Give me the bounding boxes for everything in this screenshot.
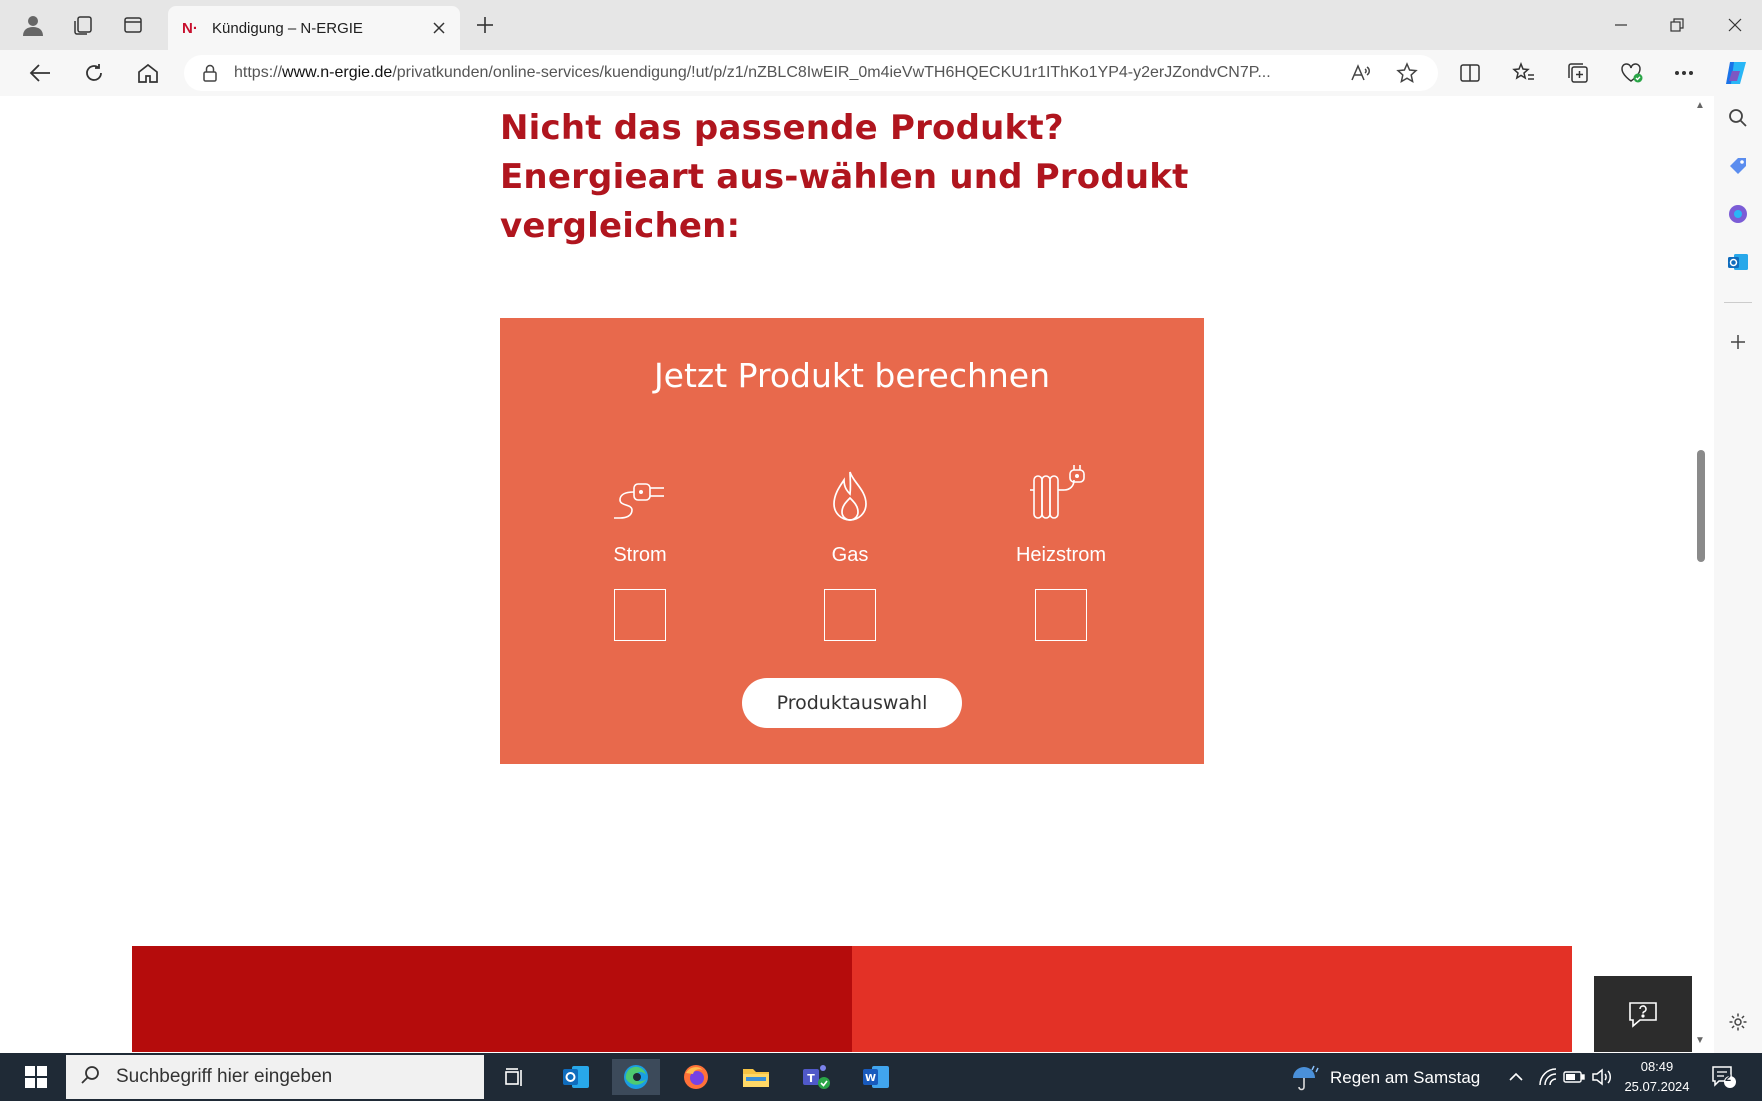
tray-overflow-chevron-icon[interactable]	[1504, 1065, 1528, 1089]
volume-icon[interactable]	[1590, 1065, 1614, 1089]
web-page: Nicht das passende Produkt? Energieart a…	[12, 96, 1700, 1052]
taskbar-clock[interactable]: 08:49 25.07.2024	[1620, 1057, 1694, 1097]
restore-icon[interactable]	[1654, 9, 1700, 41]
svg-text:W: W	[865, 1073, 876, 1084]
task-view-icon[interactable]	[490, 1059, 538, 1095]
chat-button[interactable]	[1594, 976, 1692, 1052]
more-options-icon[interactable]	[1666, 56, 1702, 90]
back-icon[interactable]	[22, 56, 58, 90]
option-heizstrom: Heizstrom	[1001, 464, 1121, 641]
weather-widget[interactable]: Regen am Samstag	[1290, 1063, 1480, 1093]
browser-titlebar: N· Kündigung – N-ERGIE	[0, 0, 1762, 50]
network-wifi-icon[interactable]	[1536, 1065, 1560, 1089]
vertical-tabs-icon[interactable]	[116, 9, 150, 41]
teams-taskbar-icon[interactable]: T	[792, 1059, 840, 1095]
option-gas-label: Gas	[831, 544, 869, 566]
notification-center-icon[interactable]: 2	[1708, 1063, 1740, 1091]
notification-count: 2	[1724, 1072, 1732, 1084]
file-explorer-icon[interactable]	[732, 1059, 780, 1095]
option-heizstrom-checkbox[interactable]	[1035, 589, 1087, 641]
firefox-taskbar-icon[interactable]	[672, 1059, 720, 1095]
sidebar-divider	[1724, 302, 1752, 303]
profile-avatar-icon[interactable]	[16, 9, 50, 41]
windows-start-icon[interactable]	[14, 1061, 58, 1093]
home-icon[interactable]	[130, 56, 166, 90]
page-heading: Nicht das passende Produkt? Energieart a…	[500, 108, 1189, 246]
active-tab[interactable]: N· Kündigung – N-ERGIE	[168, 6, 460, 50]
option-strom: Strom	[580, 464, 700, 641]
address-bar[interactable]: https://www.n-ergie.de/privatkunden/onli…	[184, 55, 1438, 91]
taskbar-search-box[interactable]: Suchbegriff hier eingeben	[66, 1055, 484, 1099]
taskbar-search-icon	[80, 1065, 104, 1090]
scroll-up-arrow-icon[interactable]: ▲	[1695, 100, 1705, 111]
lock-icon[interactable]	[202, 64, 224, 82]
plug-icon	[580, 464, 700, 524]
search-icon[interactable]	[1720, 100, 1756, 136]
tab-close-icon[interactable]	[424, 13, 454, 43]
tab-favicon: N·	[182, 19, 198, 37]
collections-icon[interactable]	[1560, 56, 1596, 90]
page-scrollbar[interactable]: ▲ ▼	[1692, 96, 1708, 1052]
favorite-star-icon[interactable]	[1396, 62, 1418, 89]
favorites-icon[interactable]	[1506, 56, 1542, 90]
clock-date: 25.07.2024	[1624, 1079, 1690, 1094]
promo-band-right	[852, 946, 1572, 1052]
svg-text:T: T	[807, 1072, 815, 1085]
scroll-down-arrow-icon[interactable]: ▼	[1695, 1035, 1705, 1046]
option-gas-checkbox[interactable]	[824, 589, 876, 641]
windows-taskbar: Suchbegriff hier eingeben T W Regen am S…	[0, 1053, 1762, 1101]
umbrella-rain-icon	[1293, 1065, 1319, 1091]
flame-icon	[790, 464, 910, 524]
product-calculator: Jetzt Produkt berechnen Strom Gas Heizst…	[500, 318, 1204, 764]
option-heizstrom-label: Heizstrom	[1015, 544, 1106, 566]
taskbar-search-placeholder: Suchbegriff hier eingeben	[116, 1066, 333, 1087]
calculator-title: Jetzt Produkt berechnen	[653, 356, 1051, 395]
word-taskbar-icon[interactable]: W	[852, 1059, 900, 1095]
add-sidebar-app-icon[interactable]	[1720, 324, 1756, 360]
close-window-icon[interactable]	[1712, 9, 1758, 41]
scroll-thumb[interactable]	[1697, 450, 1705, 562]
reload-icon[interactable]	[76, 56, 112, 90]
radiator-plug-icon	[1001, 464, 1121, 524]
browser-toolbar: https://www.n-ergie.de/privatkunden/onli…	[0, 50, 1762, 96]
shopping-tag-icon[interactable]	[1720, 148, 1756, 184]
clock-time: 08:49	[1640, 1059, 1674, 1074]
edge-sidebar	[1714, 96, 1762, 1056]
browser-essentials-icon[interactable]	[1614, 56, 1650, 90]
read-aloud-icon[interactable]	[1350, 63, 1370, 88]
battery-icon[interactable]	[1562, 1065, 1586, 1089]
option-strom-label: Strom	[613, 544, 667, 566]
new-tab-icon[interactable]	[468, 9, 502, 41]
sidebar-settings-icon[interactable]	[1720, 1004, 1756, 1040]
chat-bubble-icon	[1629, 1002, 1657, 1028]
promo-band-left	[132, 946, 852, 1052]
tools-icon[interactable]	[1720, 196, 1756, 232]
copilot-icon[interactable]	[1718, 56, 1754, 90]
option-gas: Gas	[790, 464, 910, 641]
option-strom-checkbox[interactable]	[614, 589, 666, 641]
edge-taskbar-icon[interactable]	[612, 1059, 660, 1095]
outlook-icon[interactable]	[1720, 244, 1756, 280]
minimize-icon[interactable]	[1598, 9, 1644, 41]
product-selection-button[interactable]: Produktauswahl	[742, 678, 962, 728]
workspaces-icon[interactable]	[66, 9, 100, 41]
weather-text: Regen am Samstag	[1330, 1068, 1481, 1087]
url-text: https://www.n-ergie.de/privatkunden/onli…	[234, 64, 1271, 81]
split-screen-icon[interactable]	[1452, 56, 1488, 90]
outlook-taskbar-icon[interactable]	[552, 1059, 600, 1095]
tab-title: Kündigung – N-ERGIE	[212, 19, 363, 37]
